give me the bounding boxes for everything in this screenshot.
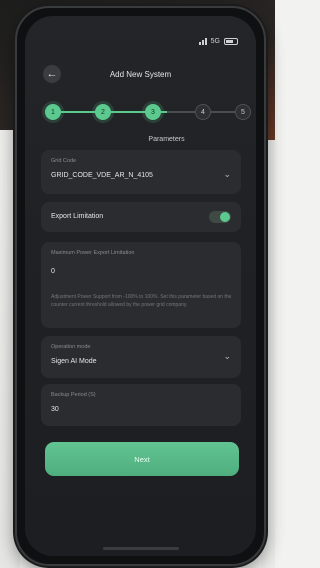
operation-mode-select[interactable]: Operation mode Sigen AI Mode ⌄ (41, 336, 241, 378)
chevron-down-icon: ⌄ (223, 351, 231, 361)
field-value: GRID_CODE_VDE_AR_N_4105 (51, 172, 153, 179)
step-number: 2 (101, 108, 105, 116)
export-limitation-toggle[interactable] (209, 211, 231, 223)
status-bar: 5G (198, 38, 238, 45)
field-value: 0 (51, 268, 55, 275)
battery-icon (224, 38, 238, 45)
field-label: Grid Code (51, 158, 77, 164)
step-number: 5 (241, 108, 245, 116)
step-4: 4 (195, 104, 211, 120)
phone-frame: 5G ← Add New System 1 2 3 4 5 Parameters… (15, 6, 266, 566)
next-button[interactable]: Next (45, 442, 239, 476)
field-value: Sigen AI Mode (51, 358, 97, 365)
active-step-label: Parameters (148, 136, 185, 143)
step-3: 3 (145, 104, 161, 120)
step-1: 1 (45, 104, 61, 120)
toggle-knob (220, 212, 230, 222)
field-label: Maximum Power Export Limitation (51, 250, 135, 256)
home-indicator (103, 547, 179, 550)
field-help-text: Adjustment Power Support from -100% to 1… (51, 294, 232, 308)
backup-period-field[interactable]: Backup Period (S) 30 (41, 384, 241, 426)
app-screen: 5G ← Add New System 1 2 3 4 5 Parameters… (25, 16, 256, 556)
step-5: 5 (235, 104, 251, 120)
page-title: Add New System (109, 70, 172, 79)
signal-icon (198, 38, 207, 45)
chevron-down-icon: ⌄ (223, 169, 231, 179)
progress-stepper: 1 2 3 4 5 (39, 102, 251, 122)
step-number: 4 (201, 108, 205, 116)
field-label: Export Limitation (51, 213, 104, 220)
field-label: Operation mode (51, 344, 91, 350)
max-export-field[interactable]: Maximum Power Export Limitation 0 Adjust… (41, 242, 241, 328)
field-label: Backup Period (S) (51, 392, 96, 398)
step-2: 2 (95, 104, 111, 120)
step-number: 1 (51, 108, 55, 116)
export-limitation-row: Export Limitation (41, 202, 241, 232)
grid-code-select[interactable]: Grid Code GRID_CODE_VDE_AR_N_4105 ⌄ (41, 150, 241, 194)
network-label: 5G (210, 38, 220, 45)
field-value: 30 (51, 406, 59, 413)
step-number: 3 (151, 108, 155, 116)
